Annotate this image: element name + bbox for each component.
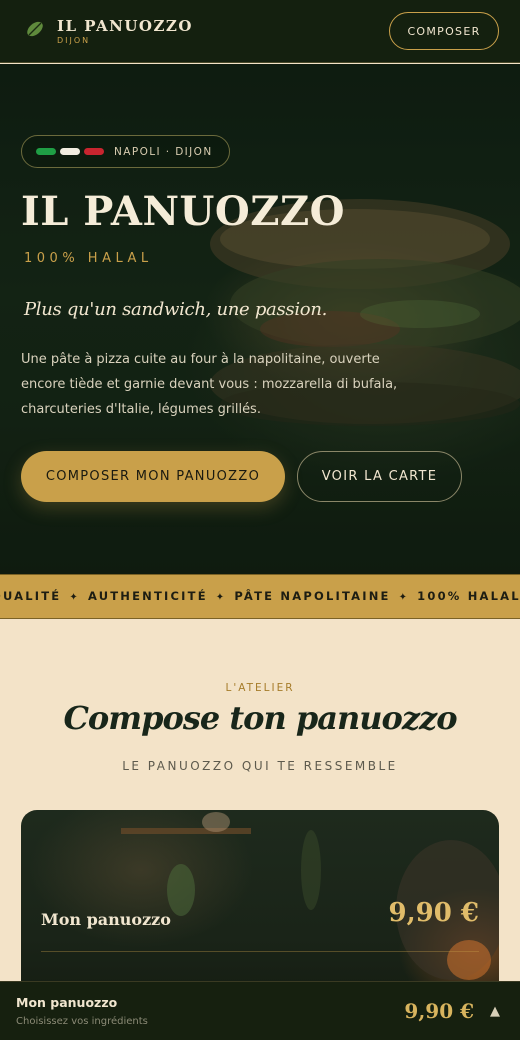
origin-badge: NAPOLI · DIJON [21, 135, 230, 168]
chevron-up-icon[interactable]: ▲ [490, 1004, 500, 1019]
order-title: Mon panuozzo [16, 995, 118, 1010]
ticker-item: QUALITÉ [0, 589, 62, 603]
card-name: Mon panuozzo [41, 910, 171, 929]
brand-city: DIJON [57, 35, 91, 45]
star-icon: ✦ [215, 592, 227, 603]
compose-panuozzo-button[interactable]: COMPOSER MON PANUOZZO [21, 451, 285, 502]
composer-button[interactable]: COMPOSER [389, 12, 499, 50]
flag-red [84, 148, 104, 155]
hero-tagline: Plus qu'un sandwich, une passion. [24, 299, 328, 320]
order-summary-text: Mon panuozzo Choisissez vos ingrédients [16, 995, 148, 1027]
atelier-section: L'ATELIER Compose ton panuozzo LE PANUOZ… [0, 619, 520, 1040]
order-hint: Choisissez vos ingrédients [16, 1016, 148, 1027]
hero-subtitle: 100% HALAL [24, 251, 153, 266]
section-eyebrow: L'ATELIER [225, 682, 295, 694]
star-icon: ✦ [398, 592, 410, 603]
brand-name: IL PANUOZZO [57, 16, 193, 35]
flag-green [36, 148, 56, 155]
section-subtitle: LE PANUOZZO QUI TE RESSEMBLE [122, 759, 398, 773]
site-header: IL PANUOZZO DIJON COMPOSER [0, 0, 520, 63]
origin-label: NAPOLI · DIJON [114, 145, 213, 158]
view-menu-button[interactable]: VOIR LA CARTE [297, 451, 462, 502]
leaf-icon[interactable] [24, 18, 57, 44]
card-divider [41, 951, 479, 952]
ticker-item: PÂTE NAPOLITAINE [234, 589, 391, 603]
hero-description: Une pâte à pizza cuite au four à la napo… [21, 352, 398, 417]
ticker-track: QUALITÉ ✦ AUTHENTICITÉ ✦ PÂTE NAPOLITAINE ✦ 10… [0, 589, 520, 603]
values-ticker: QUALITÉ ✦ AUTHENTICITÉ ✦ PÂTE NAPOLITAINE ✦ 10… [0, 574, 520, 619]
star-icon: ✦ [69, 592, 80, 603]
hero-title: IL PANUOZZO [21, 188, 345, 235]
flag-white [60, 148, 80, 155]
order-price: 9,90 € [404, 999, 474, 1023]
card-price: 9,90 € [388, 898, 479, 928]
hero-section: NAPOLI · DIJON IL PANUOZZO 100% HALAL Pl… [0, 64, 520, 574]
ticker-item: AUTHENTICITÉ [87, 589, 208, 603]
order-summary-bar[interactable]: Mon panuozzo Choisissez vos ingrédients … [0, 981, 520, 1040]
brand-logo[interactable]: IL PANUOZZO DIJON [57, 18, 193, 45]
section-title: Compose ton panuozzo [63, 699, 457, 737]
ticker-item: 100% HALAL [417, 589, 520, 603]
